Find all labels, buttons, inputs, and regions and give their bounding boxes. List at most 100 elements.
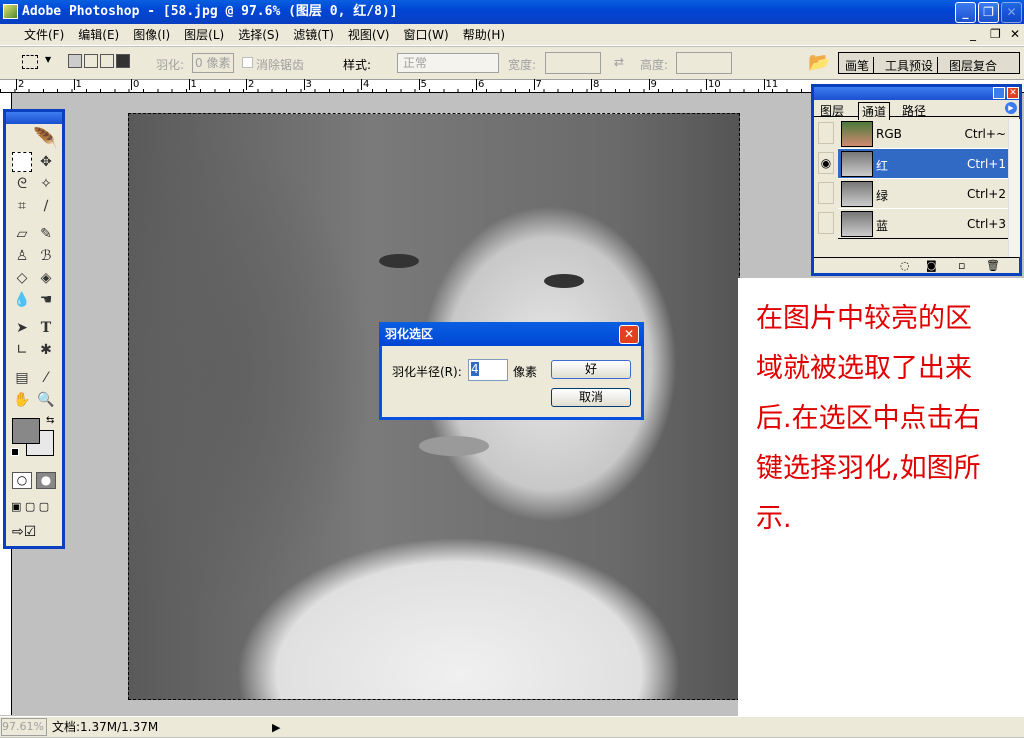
options-bar: ▼ 羽化: 0 像素 消除锯齿 样式: 正常 宽度: ⇄ 高度: 📂 画笔 工具…: [0, 47, 1024, 80]
menu-help[interactable]: 帮助(H): [456, 24, 512, 46]
menu-select[interactable]: 选择(S): [231, 24, 286, 46]
photo-lips: [419, 436, 489, 456]
menu-layer[interactable]: 图层(L): [177, 24, 231, 46]
panel-menu-icon[interactable]: ▶: [1005, 102, 1017, 114]
brush-tool-icon[interactable]: ✎: [36, 224, 56, 244]
jump-to-imageready-icon[interactable]: ⇨☑: [12, 524, 60, 542]
palette-tab-layer-comps[interactable]: 图层复合: [949, 57, 997, 74]
menu-edit[interactable]: 编辑(E): [71, 24, 126, 46]
antialias-checkbox[interactable]: [242, 57, 253, 68]
channel-scrollbar[interactable]: [1008, 119, 1020, 257]
blur-tool-icon[interactable]: 💧: [12, 290, 32, 310]
menu-image[interactable]: 图像(I): [126, 24, 177, 46]
visibility-toggle-rgb[interactable]: [818, 122, 834, 144]
quickmask-mode-icon[interactable]: ●: [36, 472, 56, 489]
standard-mode-icon[interactable]: ○: [12, 472, 32, 489]
hand-tool-icon[interactable]: ✋: [12, 390, 32, 410]
load-selection-icon[interactable]: ◌: [900, 259, 910, 272]
height-input[interactable]: [676, 52, 732, 74]
annotation-line: 在图片中较亮的区: [756, 303, 972, 334]
path-select-tool-icon[interactable]: ➤: [12, 318, 32, 338]
toolbox-header[interactable]: [6, 112, 62, 124]
healing-brush-tool-icon[interactable]: ▱: [12, 224, 32, 244]
feather-input[interactable]: 0 像素: [192, 53, 234, 73]
move-tool-icon[interactable]: ✥: [36, 152, 56, 172]
visibility-toggle-blue[interactable]: [818, 212, 834, 234]
menu-view[interactable]: 视图(V): [341, 24, 397, 46]
channel-row-rgb[interactable]: RGB Ctrl+~: [838, 119, 1008, 149]
doc-minimize-icon[interactable]: _: [970, 27, 976, 41]
palette-tab-tool-presets[interactable]: 工具预设: [885, 57, 939, 74]
channels-panel: ✕ 图层 通道 路径 ▶ RGB Ctrl+~ ◉ 红 Ctrl+1 绿 Ctrl+2…: [811, 84, 1022, 276]
panel-close-button[interactable]: ✕: [1007, 87, 1019, 99]
panel-tabs: 图层 通道 路径 ▶: [814, 100, 1019, 120]
feather-logo-icon: 🪶: [33, 126, 58, 150]
zoom-tool-icon[interactable]: 🔍: [36, 390, 56, 410]
doc-restore-icon[interactable]: ❐: [990, 27, 1001, 41]
height-label: 高度:: [640, 58, 669, 72]
palette-tab-brushes[interactable]: 画笔: [845, 57, 875, 74]
delete-channel-icon[interactable]: 🗑: [986, 259, 1000, 272]
zoom-field[interactable]: 97.61%: [1, 718, 47, 736]
annotation-text: 在图片中较亮的区 域就被选取了出来 后.在选区中点击右 键选择羽化,如图所 示.: [738, 278, 1024, 716]
type-tool-icon[interactable]: T: [36, 318, 56, 338]
channel-thumbnail: [841, 151, 873, 177]
menu-file[interactable]: 文件(F): [0, 24, 71, 46]
palette-well: 画笔 工具预设 图层复合: [838, 52, 1020, 74]
ruler-tick-label: 11: [763, 79, 779, 90]
foreground-color-swatch[interactable]: [12, 418, 40, 444]
doc-close-icon[interactable]: ✕: [1010, 27, 1020, 41]
lasso-tool-icon[interactable]: ᘓ: [12, 174, 32, 194]
photo-eye-left: [379, 254, 419, 268]
history-brush-tool-icon[interactable]: ℬ: [36, 246, 56, 266]
rect-marquee-tool-icon[interactable]: [12, 152, 32, 172]
new-channel-icon[interactable]: ▫: [958, 259, 965, 272]
cancel-button[interactable]: 取消: [551, 388, 631, 407]
status-menu-arrow-icon[interactable]: ▶: [272, 717, 280, 738]
crop-tool-icon[interactable]: ⌗: [12, 196, 32, 216]
tab-layers[interactable]: 图层: [820, 102, 844, 119]
chevron-down-icon[interactable]: ▼: [45, 55, 51, 64]
stamp-tool-icon[interactable]: ♙: [12, 246, 32, 266]
shape-tool-icon[interactable]: ✱: [36, 340, 56, 360]
panel-header[interactable]: ✕: [814, 87, 1019, 100]
channel-row-green[interactable]: 绿 Ctrl+2: [838, 179, 1008, 209]
pen-tool-icon[interactable]: ∟: [12, 340, 32, 360]
ruler-tick-label: 1: [73, 79, 82, 90]
radius-value: 4: [471, 362, 479, 376]
restore-button[interactable]: ❐: [978, 2, 999, 23]
smudge-tool-icon[interactable]: ☚: [36, 290, 56, 310]
save-selection-icon[interactable]: ◙: [926, 259, 937, 272]
screen-mode-icons[interactable]: ▣ ▢ ▢: [11, 500, 61, 516]
swap-colors-icon[interactable]: ⇆: [46, 415, 54, 426]
eraser-tool-icon[interactable]: ◇: [12, 268, 32, 288]
ok-button[interactable]: 好: [551, 360, 631, 379]
file-browser-icon[interactable]: 📂: [808, 52, 830, 73]
close-button[interactable]: ✕: [1001, 2, 1022, 23]
slice-tool-icon[interactable]: ∕: [36, 196, 56, 216]
style-select[interactable]: 正常: [397, 53, 499, 73]
photo-eye-right: [544, 274, 584, 288]
eye-icon[interactable]: ◉: [818, 152, 834, 174]
width-input[interactable]: [545, 52, 601, 74]
marquee-preset-icon[interactable]: [22, 55, 38, 69]
tab-paths[interactable]: 路径: [902, 102, 926, 119]
menu-window[interactable]: 窗口(W): [396, 24, 455, 46]
paint-bucket-tool-icon[interactable]: ◈: [36, 268, 56, 288]
dialog-close-button[interactable]: ✕: [619, 325, 639, 344]
default-colors-icon[interactable]: [11, 448, 19, 456]
minimize-button[interactable]: _: [955, 2, 976, 23]
selection-mode-buttons[interactable]: [68, 54, 136, 72]
channel-row-blue[interactable]: 蓝 Ctrl+3: [838, 209, 1008, 239]
visibility-toggle-green[interactable]: [818, 182, 834, 204]
eyedropper-tool-icon[interactable]: ⁄: [36, 368, 56, 388]
notes-tool-icon[interactable]: ▤: [12, 368, 32, 388]
magic-wand-tool-icon[interactable]: ✧: [36, 174, 56, 194]
radius-input[interactable]: 4: [468, 359, 508, 381]
panel-minimize-button[interactable]: [993, 87, 1005, 99]
ruler-tick-label: 0: [131, 79, 140, 90]
menu-filter[interactable]: 滤镜(T): [286, 24, 341, 46]
channel-row-red[interactable]: 红 Ctrl+1: [838, 149, 1008, 179]
tab-channels[interactable]: 通道: [858, 102, 891, 120]
swap-icon[interactable]: ⇄: [614, 55, 624, 69]
